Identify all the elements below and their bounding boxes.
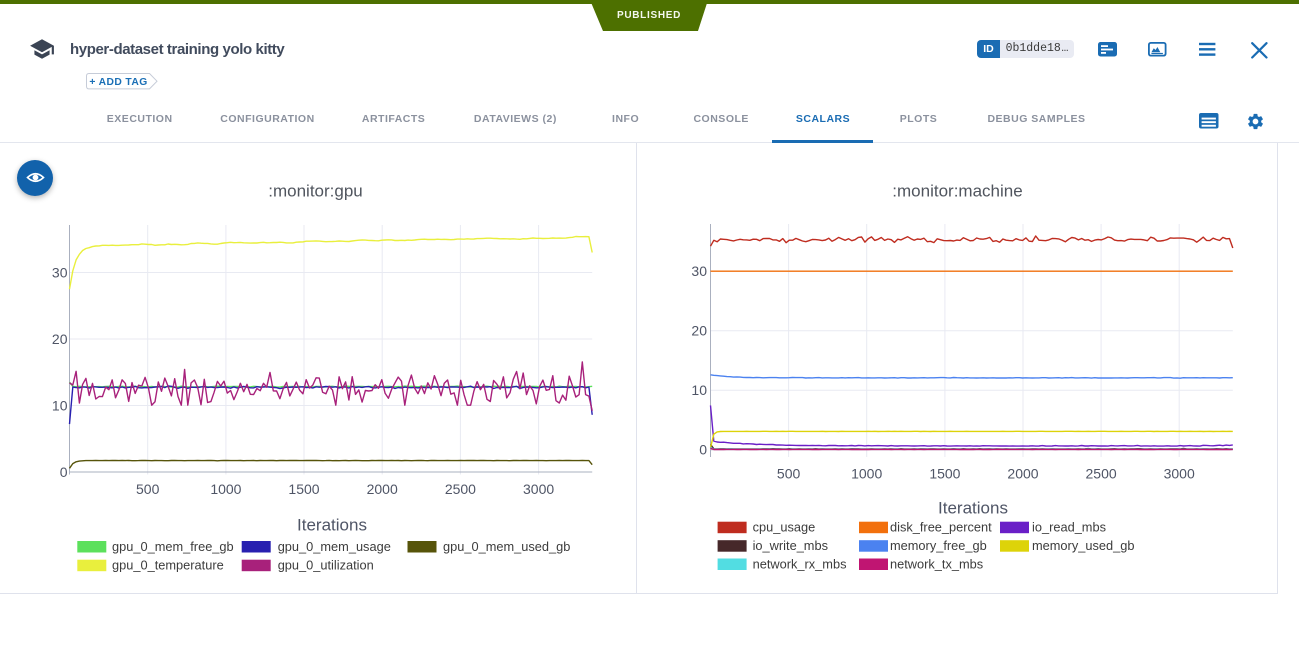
svg-text:io_read_mbs: io_read_mbs [1032,520,1106,535]
svg-text:gpu_0_utilization: gpu_0_utilization [278,558,374,573]
svg-text:2000: 2000 [1007,465,1038,481]
svg-text:network_tx_mbs: network_tx_mbs [890,557,983,572]
svg-text:+ ADD TAG: + ADD TAG [89,77,147,88]
svg-text:disk_free_percent: disk_free_percent [890,520,992,535]
svg-text:0: 0 [60,464,68,480]
svg-text:1000: 1000 [851,465,882,481]
svg-text::monitor:machine: :monitor:machine [892,182,1022,201]
svg-text:Iterations: Iterations [938,499,1008,518]
svg-text:network_rx_mbs: network_rx_mbs [753,557,847,572]
svg-text:Iterations: Iterations [297,516,367,535]
svg-text:cpu_usage: cpu_usage [753,520,816,535]
svg-text:500: 500 [777,465,801,481]
svg-text:30: 30 [691,263,707,279]
svg-text:30: 30 [52,265,68,281]
svg-text:2500: 2500 [1086,465,1117,481]
svg-text:1500: 1500 [929,465,960,481]
svg-text:2500: 2500 [445,481,476,497]
svg-text:memory_free_gb: memory_free_gb [890,538,987,553]
svg-text:gpu_0_mem_usage: gpu_0_mem_usage [278,539,391,554]
svg-text:gpu_0_temperature: gpu_0_temperature [112,558,224,573]
svg-text:2000: 2000 [367,481,398,497]
svg-text:10: 10 [52,398,68,414]
svg-text:1500: 1500 [288,481,319,497]
svg-text:0: 0 [699,442,707,458]
svg-text:3000: 3000 [523,481,554,497]
svg-text:1000: 1000 [210,481,241,497]
svg-text:3000: 3000 [1164,465,1195,481]
svg-text:20: 20 [52,331,68,347]
svg-text:gpu_0_mem_free_gb: gpu_0_mem_free_gb [112,539,234,554]
svg-text:500: 500 [136,481,160,497]
svg-text:memory_used_gb: memory_used_gb [1032,538,1134,553]
svg-text:gpu_0_mem_used_gb: gpu_0_mem_used_gb [443,539,570,554]
svg-text:10: 10 [691,382,707,398]
svg-text:io_write_mbs: io_write_mbs [753,538,828,553]
svg-text::monitor:gpu: :monitor:gpu [268,182,363,201]
svg-text:20: 20 [691,323,707,339]
